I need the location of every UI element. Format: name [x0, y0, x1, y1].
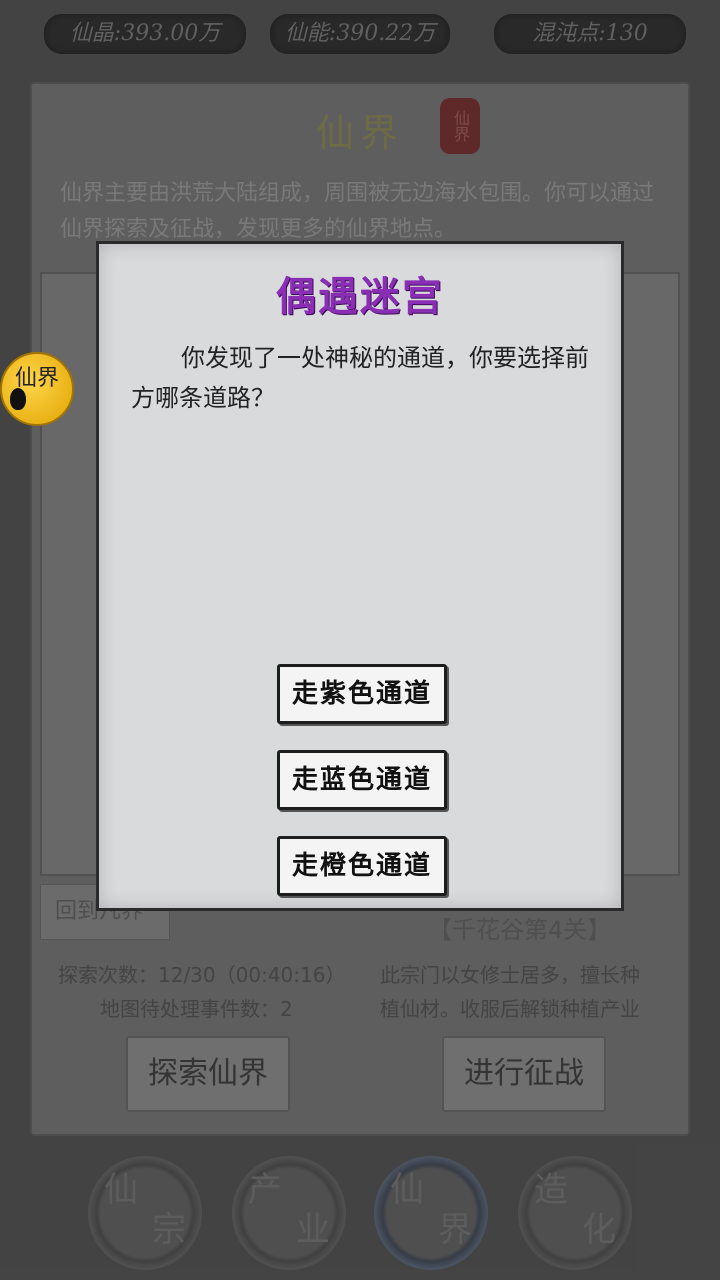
choice-purple-button[interactable]: 走紫色通道: [277, 664, 447, 724]
maze-event-dialog: 偶遇迷宫 你发现了一处神秘的通道，你要选择前方哪条道路？ 走紫色通道 走蓝色通道…: [96, 241, 624, 911]
choice-blue-button[interactable]: 走蓝色通道: [277, 750, 447, 810]
badge-label: 仙界: [14, 366, 59, 391]
dialog-title: 偶遇迷宫: [276, 273, 444, 320]
realm-gourd-badge[interactable]: 仙界: [0, 352, 74, 426]
gourd-icon: [10, 388, 26, 410]
dialog-body: 你发现了一处神秘的通道，你要选择前方哪条道路？: [131, 344, 589, 412]
choice-orange-button[interactable]: 走橙色通道: [277, 836, 447, 896]
